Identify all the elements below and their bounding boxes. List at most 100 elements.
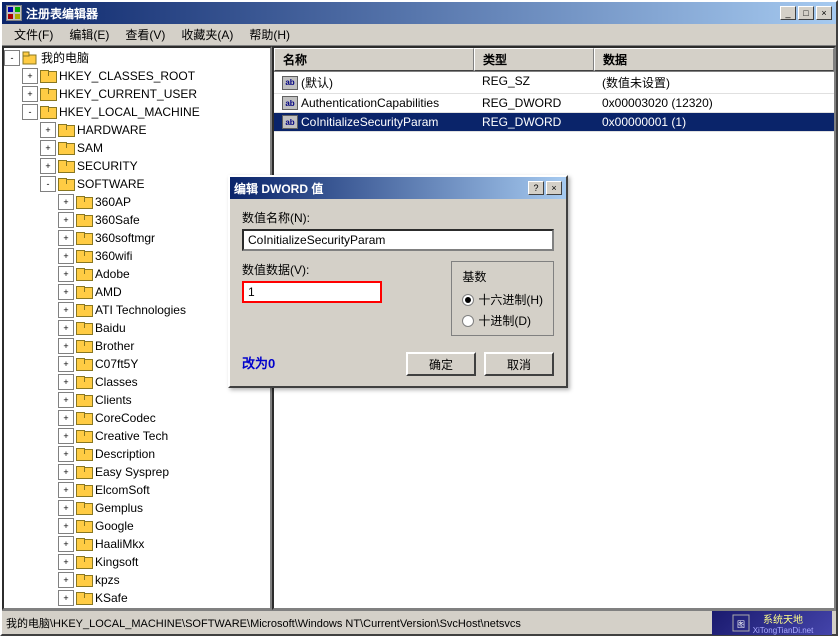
maximize-button[interactable]: □: [798, 6, 814, 20]
security-label: SECURITY: [77, 159, 138, 173]
tree-item-clients[interactable]: + Clients: [4, 391, 270, 409]
gemplus-expand[interactable]: +: [58, 500, 74, 516]
google-label: Google: [95, 519, 134, 533]
kpzs-folder-icon: [76, 574, 92, 587]
hklm-expand[interactable]: -: [22, 104, 38, 120]
adobe-expand[interactable]: +: [58, 266, 74, 282]
hkcr-label: HKEY_CLASSES_ROOT: [59, 69, 195, 83]
baidu-expand[interactable]: +: [58, 320, 74, 336]
software-expand[interactable]: -: [40, 176, 56, 192]
col-header-data[interactable]: 数据: [594, 48, 834, 71]
dialog-close-button[interactable]: ×: [546, 181, 562, 195]
tree-item-hkcr[interactable]: + HKEY_CLASSES_ROOT: [4, 67, 270, 85]
tree-item-description[interactable]: + Description: [4, 445, 270, 463]
clients-folder-icon: [76, 394, 92, 407]
360safe-expand[interactable]: +: [58, 212, 74, 228]
tree-root[interactable]: - 我的电脑: [4, 48, 270, 67]
tree-item-corecodec[interactable]: + CoreCodec: [4, 409, 270, 427]
hardware-expand[interactable]: +: [40, 122, 56, 138]
tree-item-kingsoft[interactable]: + Kingsoft: [4, 553, 270, 571]
reg-icon-1: ab: [282, 96, 298, 110]
amd-label: AMD: [95, 285, 122, 299]
hkcu-folder-icon: [40, 88, 56, 101]
tree-item-ksafe[interactable]: + KSafe: [4, 589, 270, 607]
creativetech-expand[interactable]: +: [58, 428, 74, 444]
kingsoft-expand[interactable]: +: [58, 554, 74, 570]
c07ft5y-expand[interactable]: +: [58, 356, 74, 372]
edit-dword-dialog: 编辑 DWORD 值 ? × 数值名称(N): 数值数据(V): 基数: [228, 175, 568, 388]
kingsoft-label: Kingsoft: [95, 555, 138, 569]
menu-help[interactable]: 帮助(H): [241, 24, 298, 45]
cancel-button[interactable]: 取消: [484, 352, 554, 376]
sam-expand[interactable]: +: [40, 140, 56, 156]
name-input[interactable]: [242, 229, 554, 251]
menu-edit[interactable]: 编辑(E): [61, 24, 117, 45]
corecodec-expand[interactable]: +: [58, 410, 74, 426]
root-expand[interactable]: -: [4, 50, 20, 66]
row1-name: AuthenticationCapabilities: [301, 96, 439, 110]
hex-radio[interactable]: 十六进制(H): [462, 291, 543, 308]
software-label: SOFTWARE: [77, 177, 145, 191]
elcomsoft-expand[interactable]: +: [58, 482, 74, 498]
tree-item-elcomsoft[interactable]: + ElcomSoft: [4, 481, 270, 499]
360wifi-expand[interactable]: +: [58, 248, 74, 264]
dec-radio[interactable]: 十进制(D): [462, 312, 543, 329]
google-expand[interactable]: +: [58, 518, 74, 534]
tree-item-security[interactable]: + SECURITY: [4, 157, 270, 175]
ok-button[interactable]: 确定: [406, 352, 476, 376]
tree-item-creativetech[interactable]: + Creative Tech: [4, 427, 270, 445]
ksafe-expand[interactable]: +: [58, 590, 74, 606]
table-header: 名称 类型 数据: [274, 48, 834, 72]
amd-expand[interactable]: +: [58, 284, 74, 300]
tree-item-gemplus[interactable]: + Gemplus: [4, 499, 270, 517]
hkcu-expand[interactable]: +: [22, 86, 38, 102]
security-folder-icon: [58, 160, 74, 173]
description-expand[interactable]: +: [58, 446, 74, 462]
minimize-button[interactable]: _: [780, 6, 796, 20]
360safe-folder-icon: [76, 214, 92, 227]
dialog-title-buttons: ? ×: [528, 181, 562, 195]
hkcr-expand[interactable]: +: [22, 68, 38, 84]
col-header-name[interactable]: 名称: [274, 48, 474, 71]
close-button[interactable]: ×: [816, 6, 832, 20]
brother-expand[interactable]: +: [58, 338, 74, 354]
360softmgr-expand[interactable]: +: [58, 230, 74, 246]
adobe-folder-icon: [76, 268, 92, 281]
table-row[interactable]: ab CoInitializeSecurityParam REG_DWORD 0…: [274, 113, 834, 132]
360ap-label: 360AP: [95, 195, 131, 209]
kpzs-expand[interactable]: +: [58, 572, 74, 588]
sam-folder-icon: [58, 142, 74, 155]
haalimkx-expand[interactable]: +: [58, 536, 74, 552]
menu-favorites[interactable]: 收藏夹(A): [173, 24, 241, 45]
tree-item-kpzs[interactable]: + kpzs: [4, 571, 270, 589]
menu-view[interactable]: 查看(V): [117, 24, 173, 45]
360safe-label: 360Safe: [95, 213, 140, 227]
clients-expand[interactable]: +: [58, 392, 74, 408]
tree-item-easysysprep[interactable]: + Easy Sysprep: [4, 463, 270, 481]
ati-expand[interactable]: +: [58, 302, 74, 318]
tree-item-hardware[interactable]: + HARDWARE: [4, 121, 270, 139]
tree-item-hklm[interactable]: - HKEY_LOCAL_MACHINE: [4, 103, 270, 121]
gemplus-folder-icon: [76, 502, 92, 515]
easysysprep-expand[interactable]: +: [58, 464, 74, 480]
elcomsoft-folder-icon: [76, 484, 92, 497]
brother-folder-icon: [76, 340, 92, 353]
corecodec-folder-icon: [76, 412, 92, 425]
root-label: 我的电脑: [41, 49, 89, 66]
row1-data: 0x00003020 (12320): [602, 96, 713, 110]
value-input[interactable]: [242, 281, 382, 303]
table-row[interactable]: ab (默认) REG_SZ (数值未设置): [274, 72, 834, 94]
360ap-expand[interactable]: +: [58, 194, 74, 210]
tree-item-hkcu[interactable]: + HKEY_CURRENT_USER: [4, 85, 270, 103]
security-expand[interactable]: +: [40, 158, 56, 174]
dialog-help-button[interactable]: ?: [528, 181, 544, 195]
col-header-type[interactable]: 类型: [474, 48, 594, 71]
menu-file[interactable]: 文件(F): [6, 24, 61, 45]
tree-item-google[interactable]: + Google: [4, 517, 270, 535]
table-row[interactable]: ab AuthenticationCapabilities REG_DWORD …: [274, 94, 834, 113]
tree-item-haalimkx[interactable]: + HaaliMkx: [4, 535, 270, 553]
sam-label: SAM: [77, 141, 103, 155]
tree-item-sam[interactable]: + SAM: [4, 139, 270, 157]
classes-expand[interactable]: +: [58, 374, 74, 390]
radix-title: 基数: [462, 268, 543, 285]
